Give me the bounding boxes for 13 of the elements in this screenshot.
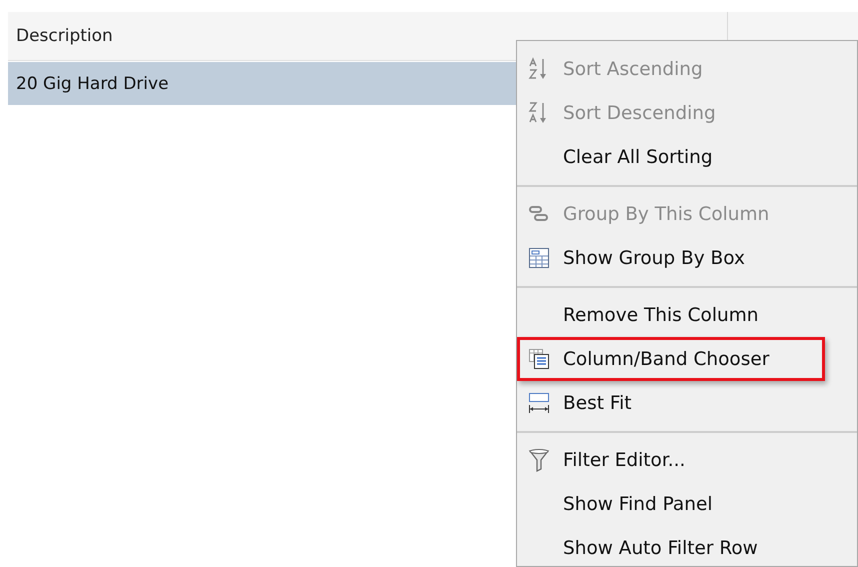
menu-item[interactable]: Show Group By Box: [517, 236, 825, 280]
column-chooser-icon: [528, 348, 550, 370]
menu-item[interactable]: Best Fit: [517, 381, 825, 425]
menu-item[interactable]: Show Auto Filter Row: [517, 526, 825, 567]
filter-icon: [528, 448, 550, 472]
table-icon: [528, 247, 550, 269]
menu-item[interactable]: Remove This Column: [517, 293, 825, 337]
menu-item[interactable]: Column/Band Chooser: [517, 337, 825, 381]
menu-item[interactable]: Filter Editor...: [517, 438, 825, 482]
best-fit-icon: [528, 392, 550, 414]
menu-item[interactable]: Clear All Sorting: [517, 135, 825, 179]
menu-item[interactable]: Show Find Panel: [517, 482, 825, 526]
table-cell-text: 20 Gig Hard Drive: [15, 74, 169, 94]
